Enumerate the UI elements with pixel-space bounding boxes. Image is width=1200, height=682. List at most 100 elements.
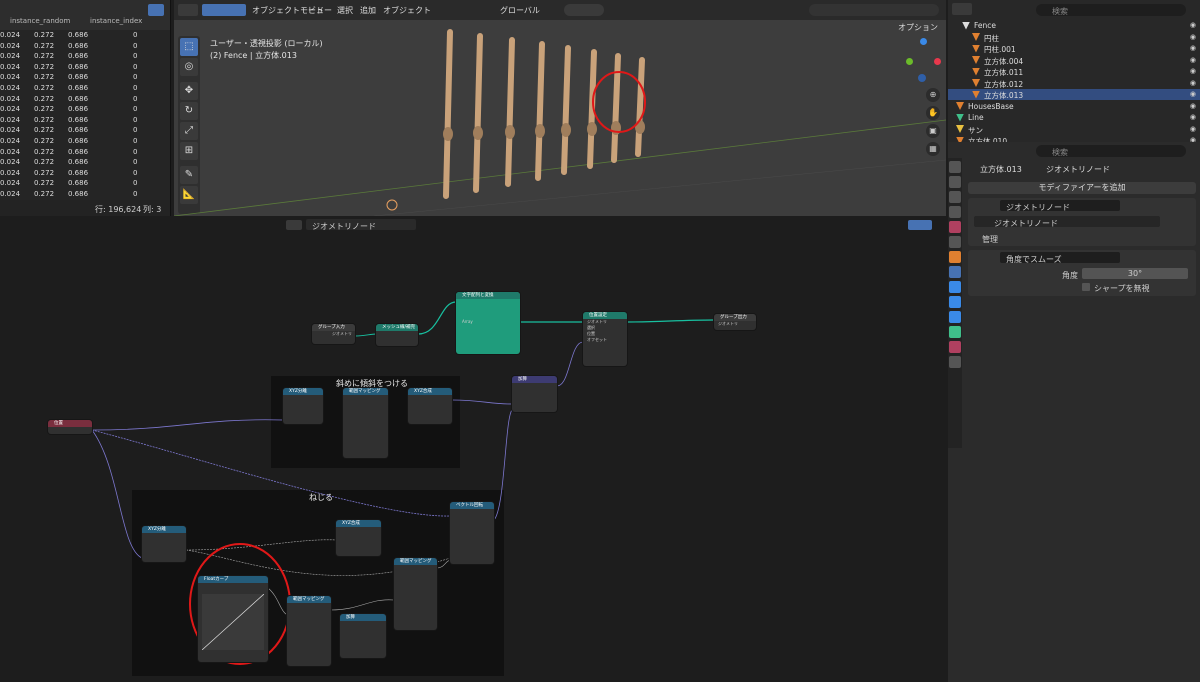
node-set-position[interactable]: 位置設定 ジオメトリ 選択 位置 オフセット — [583, 312, 627, 366]
visibility-eye-icon[interactable]: ◉ — [1190, 56, 1196, 64]
node-map-range-3[interactable]: 範囲マッピング — [394, 558, 437, 630]
node-combine-xyz-2[interactable]: XYZ合成 — [336, 520, 381, 556]
column-header-instance-random[interactable]: instance_random — [10, 17, 70, 25]
visibility-eye-icon[interactable]: ◉ — [1190, 102, 1196, 110]
table-cell: 0 — [133, 158, 138, 167]
table-row: 0.024 0.272 0.686 0 — [0, 169, 170, 180]
table-cell: 0 — [133, 147, 138, 156]
render-tab-icon[interactable] — [949, 176, 961, 188]
properties-search-input[interactable]: 検索 — [1036, 145, 1186, 157]
node-instance-array[interactable]: 文字配列と変換 Array — [456, 292, 520, 354]
table-cell: 0.272 — [34, 147, 55, 156]
texture-tab-icon[interactable] — [949, 356, 961, 368]
outliner-item[interactable]: 立方体.004 ◉ — [948, 55, 1200, 66]
filter-icon[interactable] — [148, 4, 164, 16]
data-tab-icon[interactable] — [949, 326, 961, 338]
constraints-tab-icon[interactable] — [949, 311, 961, 323]
visibility-eye-icon[interactable]: ◉ — [1190, 33, 1196, 41]
visibility-eye-icon[interactable]: ◉ — [1190, 79, 1196, 87]
outliner-item[interactable]: 立方体.013 ◉ — [948, 89, 1200, 100]
node-group-selector[interactable]: ジオメトリノード — [974, 216, 1160, 228]
table-cell: 0.024 — [0, 158, 21, 167]
object-tab-icon[interactable] — [949, 251, 961, 263]
column-header-instance-index[interactable]: instance_index — [90, 17, 142, 25]
outliner-search-input[interactable]: 検索 — [1036, 4, 1186, 16]
table-cell: 0.686 — [68, 62, 89, 71]
grid-icon[interactable]: ▦ — [926, 142, 940, 156]
node-editor[interactable]: ジオメトリノード 斜めに傾斜をつける ねじる グループ入力 ジオメトリ メッシュ… — [0, 218, 946, 682]
node-float-curve[interactable]: Floatカーブ — [198, 576, 268, 662]
visibility-eye-icon[interactable]: ◉ — [1190, 125, 1196, 133]
output-tab-icon[interactable] — [949, 191, 961, 203]
tool-tab-icon[interactable] — [949, 161, 961, 173]
fence-post[interactable] — [535, 41, 545, 181]
scene-tab-icon[interactable] — [949, 221, 961, 233]
ignore-sharp-checkbox[interactable] — [1082, 283, 1090, 291]
fence-post[interactable] — [635, 57, 645, 157]
table-cell: 0.272 — [34, 126, 55, 135]
node-vector-add[interactable]: 加算 — [512, 376, 557, 412]
table-row: 0.024 0.272 0.686 0 — [0, 84, 170, 95]
physics-tab-icon[interactable] — [949, 296, 961, 308]
fence-post[interactable] — [443, 29, 453, 199]
table-cell: 0.272 — [34, 137, 55, 145]
table-cell: 0.686 — [68, 126, 89, 135]
table-cell: 0.272 — [34, 52, 55, 61]
pan-hand-icon[interactable]: ✋ — [926, 106, 940, 120]
outliner-item[interactable]: 円柱.001 ◉ — [948, 43, 1200, 54]
table-cell: 0 — [133, 84, 138, 92]
outliner-item[interactable]: 立方体.011 ◉ — [948, 66, 1200, 77]
modifier-tab-icon[interactable] — [949, 266, 961, 278]
fence-post[interactable] — [505, 37, 515, 187]
node-combine-xyz-1[interactable]: XYZ合成 — [408, 388, 452, 424]
float-curve-widget[interactable] — [202, 594, 264, 650]
properties-editor: 検索 立方体.013 ジオメトリノード モディファイアーを追加 ジオメトリノード… — [948, 142, 1200, 682]
manage-subpanel[interactable]: 管理 — [982, 234, 998, 245]
add-modifier-button[interactable]: モディファイアーを追加 — [968, 182, 1196, 194]
outliner-item[interactable]: サン ◉ — [948, 124, 1200, 135]
outliner-item[interactable]: HousesBase ◉ — [948, 101, 1200, 112]
table-cell: 0.686 — [68, 168, 89, 177]
table-row: 0.024 0.272 0.686 0 — [0, 73, 170, 84]
3d-viewport[interactable]: オブジェクトモード ビュー 選択 追加 オブジェクト グローバル オプション ⬚… — [174, 0, 946, 216]
visibility-eye-icon[interactable]: ◉ — [1190, 67, 1196, 75]
visibility-eye-icon[interactable]: ◉ — [1190, 21, 1196, 29]
material-tab-icon[interactable] — [949, 341, 961, 353]
particles-tab-icon[interactable] — [949, 281, 961, 293]
table-cell: 0.024 — [0, 73, 21, 82]
fence-post[interactable] — [473, 33, 483, 193]
node-separate-xyz-1[interactable]: XYZ分離 — [283, 388, 323, 424]
visibility-eye-icon[interactable]: ◉ — [1190, 113, 1196, 121]
navigation-gizmo[interactable] — [904, 38, 942, 86]
table-row: 0.024 0.272 0.686 0 — [0, 63, 170, 74]
node-position[interactable]: 位置 — [48, 420, 92, 434]
fence-post[interactable] — [561, 45, 571, 175]
angle-field[interactable]: 30° — [1082, 268, 1188, 279]
outliner-item[interactable]: Fence ◉ — [948, 20, 1200, 31]
node-vector-rotate[interactable]: ベクトル回転 — [450, 502, 494, 564]
outliner-item[interactable]: 円柱 ◉ — [948, 32, 1200, 43]
camera-icon[interactable]: ▣ — [926, 124, 940, 138]
outliner-item[interactable]: Line ◉ — [948, 112, 1200, 123]
node-separate-xyz-2[interactable]: XYZ分離 — [142, 526, 186, 562]
node-map-range-1[interactable]: 範囲マッピング — [343, 388, 388, 458]
modifier-name-field[interactable]: ジオメトリノード — [1000, 200, 1120, 212]
table-cell: 0.686 — [68, 137, 89, 145]
view-layer-tab-icon[interactable] — [949, 206, 961, 218]
node-group-input[interactable]: グループ入力 ジオメトリ — [312, 324, 355, 344]
table-cell: 0.272 — [34, 179, 55, 188]
table-cell: 0.272 — [34, 158, 55, 167]
node-map-range-2[interactable]: 範囲マッピング — [287, 596, 331, 666]
node-math-add[interactable]: 加算 — [340, 614, 386, 658]
outliner-item[interactable]: 立方体.012 ◉ — [948, 78, 1200, 89]
node-group-output[interactable]: グループ出力 ジオメトリ — [714, 314, 756, 330]
post-twist — [561, 123, 571, 137]
modifier2-name-field[interactable]: 角度でスムーズ — [1000, 252, 1120, 264]
visibility-eye-icon[interactable]: ◉ — [1190, 44, 1196, 52]
zoom-icon[interactable]: ⊕ — [926, 88, 940, 102]
object-breadcrumb: 立方体.013 — [980, 165, 1022, 174]
world-tab-icon[interactable] — [949, 236, 961, 248]
outliner-type-icon[interactable] — [952, 3, 972, 15]
visibility-eye-icon[interactable]: ◉ — [1190, 90, 1196, 98]
node-mesh-to-curve[interactable]: メッシュ線/補完 — [376, 324, 418, 346]
